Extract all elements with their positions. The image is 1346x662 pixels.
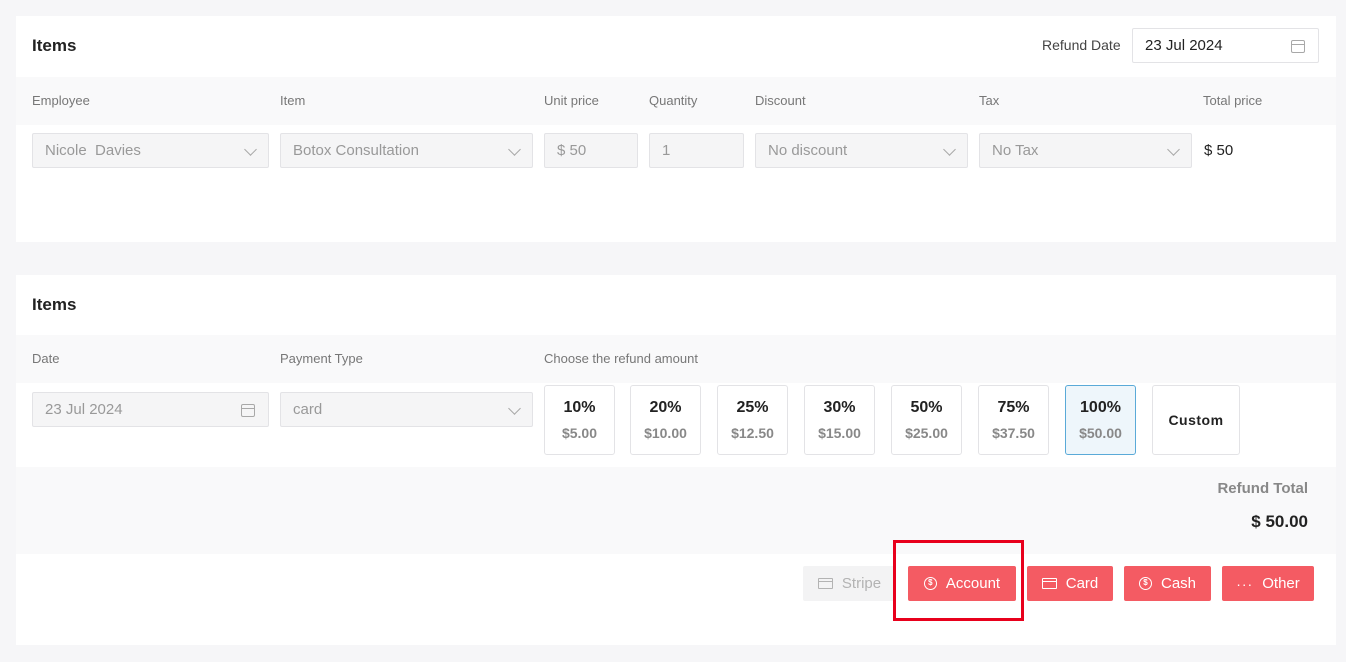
- employee-select[interactable]: Nicole Davies: [32, 133, 269, 168]
- refund-card: Items Date Payment Type Choose the refun…: [16, 275, 1336, 645]
- refund-total-band: Refund Total $ 50.00: [16, 467, 1336, 554]
- chevron-down-icon: [508, 402, 521, 415]
- refund-total-value: $ 50.00: [1251, 512, 1308, 531]
- refund-option-30[interactable]: 30% $15.00: [804, 385, 875, 455]
- option-percent: 30%: [823, 399, 856, 416]
- calendar-icon: [241, 404, 255, 417]
- items-card: Items Refund Date 23 Jul 2024 Employee I…: [16, 16, 1336, 242]
- col-discount: Discount: [755, 93, 806, 108]
- col-date: Date: [32, 351, 60, 366]
- refund-items-title: Items: [32, 295, 77, 314]
- unit-price-value: $ 50: [557, 142, 587, 159]
- stripe-label: Stripe: [841, 575, 882, 592]
- option-percent: 75%: [997, 399, 1030, 416]
- quantity-input[interactable]: 1: [649, 133, 744, 168]
- items-title: Items: [32, 36, 77, 55]
- dollar-coin-icon: $: [1138, 577, 1152, 590]
- option-percent: 25%: [736, 399, 769, 416]
- refund-option-50[interactable]: 50% $25.00: [891, 385, 962, 455]
- chevron-down-icon: [244, 143, 257, 156]
- option-amount: $25.00: [905, 425, 948, 441]
- cash-button[interactable]: $ Cash: [1124, 566, 1211, 601]
- chevron-down-icon: [1167, 143, 1180, 156]
- refund-date-value: 23 Jul 2024: [1145, 37, 1223, 54]
- option-percent: 100%: [1080, 399, 1121, 416]
- payment-type-value: card: [293, 401, 323, 418]
- refund-option-75[interactable]: 75% $37.50: [978, 385, 1049, 455]
- discount-select[interactable]: No discount: [755, 133, 968, 168]
- option-amount: $37.50: [992, 425, 1035, 441]
- col-refund-amount: Choose the refund amount: [544, 351, 698, 366]
- option-amount: $5.00: [561, 425, 598, 441]
- col-payment-type: Payment Type: [280, 351, 363, 366]
- refund-date-label: Refund Date: [1042, 37, 1121, 53]
- refund-header-band: Date Payment Type Choose the refund amou…: [16, 335, 1336, 383]
- option-percent: 20%: [649, 399, 682, 416]
- refund-date-field[interactable]: 23 Jul 2024: [32, 392, 269, 427]
- chevron-down-icon: [943, 143, 956, 156]
- card-label: Card: [1065, 575, 1099, 592]
- card-icon: [1041, 578, 1057, 589]
- highlight-box: [893, 540, 1024, 621]
- item-select[interactable]: Botox Consultation: [280, 133, 533, 168]
- quantity-value: 1: [662, 142, 671, 159]
- option-amount: $50.00: [1079, 425, 1122, 441]
- col-tax: Tax: [979, 93, 1000, 108]
- item-value: Botox Consultation: [293, 142, 419, 159]
- col-employee: Employee: [32, 93, 90, 108]
- option-percent: 10%: [563, 399, 596, 416]
- employee-value: Nicole Davies: [45, 142, 141, 159]
- refund-option-custom[interactable]: Custom: [1152, 385, 1240, 455]
- custom-label: Custom: [1168, 412, 1224, 428]
- refund-date-picker[interactable]: 23 Jul 2024: [1132, 28, 1319, 63]
- col-total-price: Total price: [1203, 93, 1263, 108]
- refund-option-25[interactable]: 25% $12.50: [717, 385, 788, 455]
- total-price-value: $ 50: [1204, 142, 1234, 159]
- other-label: Other: [1262, 575, 1300, 592]
- refund-option-100[interactable]: 100% $50.00: [1065, 385, 1136, 455]
- tax-value: No Tax: [992, 142, 1039, 159]
- discount-value: No discount: [768, 142, 848, 159]
- option-percent: 50%: [910, 399, 943, 416]
- items-header-band: Employee Item Unit price Quantity Discou…: [16, 77, 1336, 125]
- cash-label: Cash: [1160, 575, 1197, 592]
- payment-type-select[interactable]: card: [280, 392, 533, 427]
- refund-total-label: Refund Total: [1217, 480, 1308, 497]
- stripe-button[interactable]: Stripe: [803, 566, 896, 601]
- other-button[interactable]: ··· Other: [1222, 566, 1314, 601]
- col-unit-price: Unit price: [544, 93, 599, 108]
- refund-option-20[interactable]: 20% $10.00: [630, 385, 701, 455]
- more-dots-icon: ···: [1236, 575, 1254, 592]
- card-icon: [817, 578, 833, 589]
- unit-price-input[interactable]: $ 50: [544, 133, 638, 168]
- calendar-icon: [1291, 40, 1305, 53]
- refund-option-10[interactable]: 10% $5.00: [544, 385, 615, 455]
- option-amount: $12.50: [731, 425, 774, 441]
- option-amount: $15.00: [818, 425, 861, 441]
- card-button[interactable]: Card: [1027, 566, 1113, 601]
- col-item: Item: [280, 93, 306, 108]
- chevron-down-icon: [508, 143, 521, 156]
- tax-select[interactable]: No Tax: [979, 133, 1192, 168]
- option-amount: $10.00: [644, 425, 687, 441]
- col-quantity: Quantity: [649, 93, 698, 108]
- refund-date-field-value: 23 Jul 2024: [45, 401, 123, 418]
